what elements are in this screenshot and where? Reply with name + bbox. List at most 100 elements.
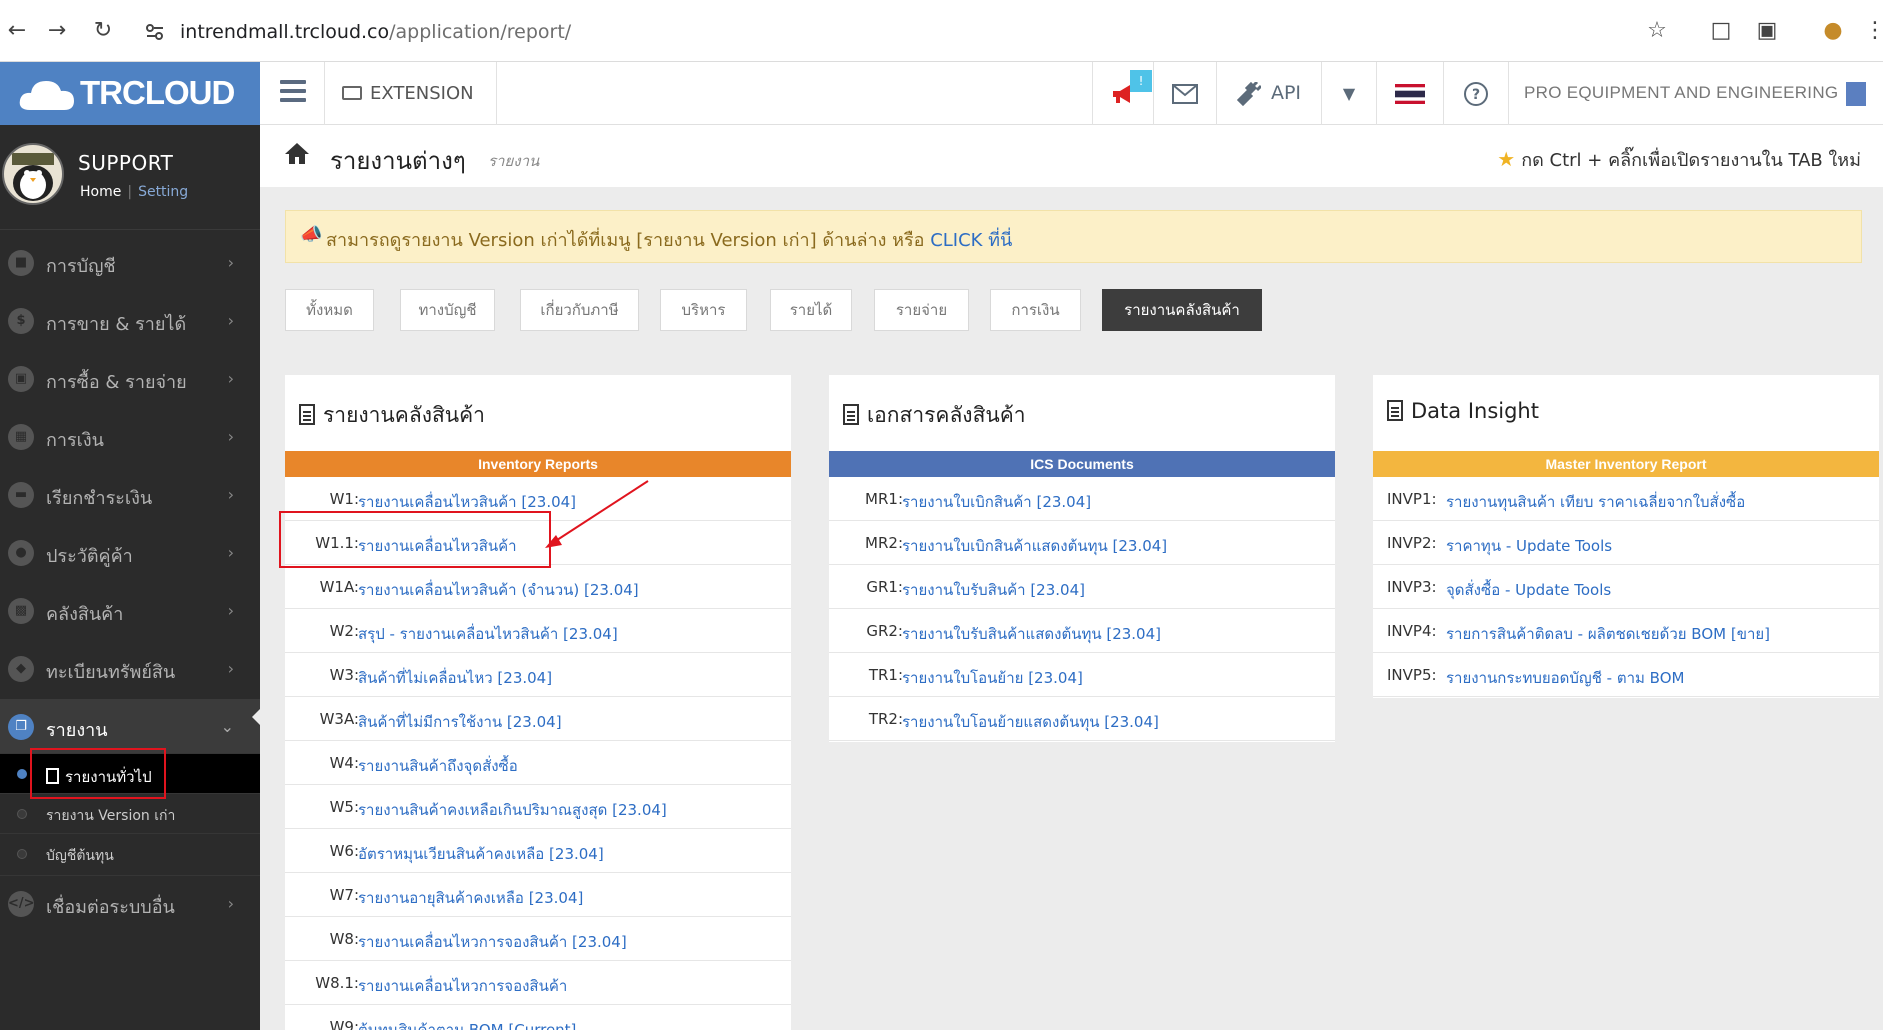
report-row[interactable]: INVP2: ราคาทุน - Update Tools xyxy=(1373,521,1879,565)
logo[interactable]: TRCLOUD xyxy=(0,62,260,125)
setting-link[interactable]: Setting xyxy=(138,184,188,200)
active-pointer xyxy=(252,708,261,726)
building-icon[interactable] xyxy=(1846,82,1866,106)
report-row[interactable]: INVP5: รายงานกระทบยอดบัญชี - ตาม BOM xyxy=(1373,653,1879,697)
report-row[interactable]: GR2: รายงานใบรับสินค้าแสดงต้นทุน [23.04] xyxy=(829,609,1335,653)
report-link[interactable]: อัตราหมุนเวียนสินค้าคงเหลือ [23.04] xyxy=(358,842,604,866)
report-link[interactable]: รายงานเคลื่อนไหวการจองสินค้า [23.04] xyxy=(358,930,627,954)
chat-extension-icon[interactable]: □ xyxy=(1706,16,1736,46)
report-row[interactable]: W2: สรุป - รายงานเคลื่อนไหวสินค้า [23.04] xyxy=(285,609,791,653)
tab-finance[interactable]: การเงิน xyxy=(990,289,1081,331)
profile-avatar-icon[interactable]: ● xyxy=(1818,16,1848,46)
report-link[interactable]: รายงานเคลื่อนไหวการจองสินค้า xyxy=(358,974,567,998)
tab-inventory-reports[interactable]: รายงานคลังสินค้า xyxy=(1102,289,1262,331)
report-row[interactable]: W4: รายงานสินค้าถึงจุดสั่งซื้อ xyxy=(285,741,791,785)
extension-button[interactable]: EXTENSION xyxy=(342,80,474,108)
report-link[interactable]: รายงานใบรับสินค้า [23.04] xyxy=(902,578,1085,602)
document-icon xyxy=(1387,400,1403,421)
avatar[interactable] xyxy=(2,143,64,205)
forward-icon[interactable]: → xyxy=(44,18,70,44)
report-row[interactable]: MR1: รายงานใบเบิกสินค้า [23.04] xyxy=(829,477,1335,521)
report-link[interactable]: รายงานสินค้าคงเหลือเกินปริมาณสูงสุด [23.… xyxy=(358,798,667,822)
report-row[interactable]: TR2: รายงานใบโอนย้ายแสดงต้นทุน [23.04] xyxy=(829,697,1335,741)
tab-all[interactable]: ทั้งหมด xyxy=(285,289,374,331)
sidebar-item-integrations[interactable]: </> เชื่อมต่อระบบอื่น › xyxy=(0,875,260,933)
report-link[interactable]: รายงานใบเบิกสินค้าแสดงต้นทุน [23.04] xyxy=(902,534,1167,558)
dropdown-caret-icon[interactable]: ▼ xyxy=(1322,62,1376,125)
report-link[interactable]: สินค้าที่ไม่เคลื่อนไหว [23.04] xyxy=(358,666,552,690)
report-link[interactable]: รายงานใบเบิกสินค้า [23.04] xyxy=(902,490,1091,514)
home-icon[interactable] xyxy=(284,141,310,165)
mail-button[interactable] xyxy=(1154,62,1216,125)
report-link[interactable]: ต้นทุนสินค้าตาม BOM [Current] xyxy=(358,1018,576,1030)
page-subtitle: รายงาน xyxy=(488,152,540,170)
report-row[interactable]: W5: รายงานสินค้าคงเหลือเกินปริมาณสูงสุด [… xyxy=(285,785,791,829)
tab-accounting[interactable]: ทางบัญชี xyxy=(400,289,495,331)
report-row[interactable]: W6: อัตราหมุนเวียนสินค้าคงเหลือ [23.04] xyxy=(285,829,791,873)
report-link[interactable]: รายงานเคลื่อนไหวสินค้า (จำนวน) [23.04] xyxy=(358,578,639,602)
report-row[interactable]: W3: สินค้าที่ไม่เคลื่อนไหว [23.04] xyxy=(285,653,791,697)
site-settings-icon[interactable] xyxy=(145,22,165,42)
report-link[interactable]: สรุป - รายงานเคลื่อนไหวสินค้า [23.04] xyxy=(358,622,618,646)
report-row[interactable]: W8.1: รายงานเคลื่อนไหวการจองสินค้า xyxy=(285,961,791,1005)
report-link[interactable]: รายงานใบโอนย้ายแสดงต้นทุน [23.04] xyxy=(902,710,1159,734)
back-icon[interactable]: ← xyxy=(4,18,30,44)
report-link[interactable]: รายการสินค้าติดลบ - ผลิตชดเชยด้วย BOM [ข… xyxy=(1446,622,1770,646)
language-button[interactable] xyxy=(1377,62,1443,125)
help-circle-icon: ? xyxy=(1464,82,1488,106)
sidebar-subitem-cost-accounting[interactable]: บัญชีต้นทุน xyxy=(0,833,260,873)
report-row[interactable]: INVP1: รายงานทุนสินค้า เทียบ ราคาเฉลี่ยจา… xyxy=(1373,477,1879,521)
report-row[interactable]: INVP4: รายการสินค้าติดลบ - ผลิตชดเชยด้วย … xyxy=(1373,609,1879,653)
sidebar-item-accounting[interactable]: ■ การบัญชี › xyxy=(0,235,260,293)
extensions-icon[interactable]: ▣ xyxy=(1752,16,1782,46)
report-link[interactable]: จุดสั่งซื้อ - Update Tools xyxy=(1446,578,1611,602)
sidebar-item-contacts[interactable]: ● ประวัติคู่ค้า › xyxy=(0,525,260,583)
reload-icon[interactable]: ↻ xyxy=(90,18,116,44)
report-row[interactable]: W1A: รายงานเคลื่อนไหวสินค้า (จำนวน) [23.0… xyxy=(285,565,791,609)
sidebar-item-sales[interactable]: $ การขาย & รายได้ › xyxy=(0,293,260,351)
tab-management[interactable]: บริหาร xyxy=(660,289,747,331)
bookmark-star-icon[interactable]: ☆ xyxy=(1642,16,1672,46)
report-link[interactable]: สินค้าที่ไม่มีการใช้งาน [23.04] xyxy=(358,710,562,734)
tab-income[interactable]: รายได้ xyxy=(770,289,852,331)
report-link[interactable]: รายงานทุนสินค้า เทียบ ราคาเฉลี่ยจากใบสั่… xyxy=(1446,490,1745,514)
sidebar-item-label: การเงิน xyxy=(46,430,104,451)
sidebar-item-assets[interactable]: ◆ ทะเบียนทรัพย์สิน › xyxy=(0,641,260,699)
report-row[interactable]: GR1: รายงานใบรับสินค้า [23.04] xyxy=(829,565,1335,609)
report-row[interactable]: W7: รายงานอายุสินค้าคงเหลือ [23.04] xyxy=(285,873,791,917)
address-bar[interactable]: intrendmall.trcloud.co/application/repor… xyxy=(180,18,571,46)
highlight-box-general-reports xyxy=(30,748,166,799)
sidebar-subitem-old-reports[interactable]: รายงาน Version เก่า xyxy=(0,793,260,833)
report-row[interactable]: MR2: รายงานใบเบิกสินค้าแสดงต้นทุน [23.04] xyxy=(829,521,1335,565)
report-link[interactable]: รายงานกระทบยอดบัญชี - ตาม BOM xyxy=(1446,666,1684,690)
sidebar-item-billing[interactable]: ▬ เรียกชำระเงิน › xyxy=(0,467,260,525)
report-row[interactable]: W8: รายงานเคลื่อนไหวการจองสินค้า [23.04] xyxy=(285,917,791,961)
menu-toggle-icon[interactable] xyxy=(280,80,306,104)
notice-click-link[interactable]: CLICK ที่นี่ xyxy=(930,230,1012,251)
report-row[interactable]: W9: ต้นทุนสินค้าตาม BOM [Current] xyxy=(285,1005,791,1030)
report-code: INVP5: xyxy=(1387,666,1437,684)
company-name[interactable]: PRO EQUIPMENT AND ENGINEERING xyxy=(1524,83,1838,103)
report-link[interactable]: รายงานใบรับสินค้าแสดงต้นทุน [23.04] xyxy=(902,622,1161,646)
report-row[interactable]: INVP3: จุดสั่งซื้อ - Update Tools xyxy=(1373,565,1879,609)
user-profile: SUPPORT Home | Setting xyxy=(0,125,260,230)
sidebar-item-purchase[interactable]: ▣ การซื้อ & รายจ่าย › xyxy=(0,351,260,409)
help-button[interactable]: ? xyxy=(1444,62,1508,125)
report-row[interactable]: TR1: รายงานใบโอนย้าย [23.04] xyxy=(829,653,1335,697)
tab-expense[interactable]: รายจ่าย xyxy=(874,289,969,331)
report-row[interactable]: W3A: สินค้าที่ไม่มีการใช้งาน [23.04] xyxy=(285,697,791,741)
app-header: TRCLOUD EXTENSION ! API ▼ ? PRO EQUIPMEN… xyxy=(0,62,1883,125)
diamond-icon: ◆ xyxy=(8,656,34,682)
browser-menu-icon[interactable]: ⋮ xyxy=(1860,16,1883,46)
api-button[interactable]: API xyxy=(1217,62,1321,125)
sidebar-item-inventory[interactable]: ▩ คลังสินค้า › xyxy=(0,583,260,641)
report-link[interactable]: รายงานสินค้าถึงจุดสั่งซื้อ xyxy=(358,754,518,778)
sidebar-item-label: เชื่อมต่อระบบอื่น xyxy=(46,897,175,918)
tab-tax[interactable]: เกี่ยวกับภาษี xyxy=(520,289,639,331)
sidebar-item-finance[interactable]: ▦ การเงิน › xyxy=(0,409,260,467)
report-link[interactable]: ราคาทุน - Update Tools xyxy=(1446,534,1612,558)
report-link[interactable]: รายงานใบโอนย้าย [23.04] xyxy=(902,666,1083,690)
report-link[interactable]: รายงานอายุสินค้าคงเหลือ [23.04] xyxy=(358,886,583,910)
home-link[interactable]: Home xyxy=(80,184,121,200)
chevron-right-icon: › xyxy=(227,659,234,678)
